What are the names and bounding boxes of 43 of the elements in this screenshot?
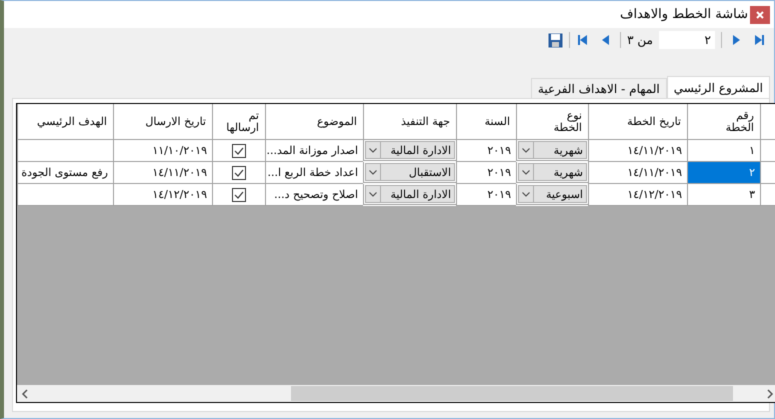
chevron-down-icon[interactable] xyxy=(518,141,533,159)
checkbox[interactable] xyxy=(232,188,246,202)
table-cell: اصدار موزانة المد... xyxy=(265,140,363,162)
dropdown-cell[interactable]: الاستقبال xyxy=(380,163,455,181)
play-icon xyxy=(730,34,742,46)
table-cell: اصلاح وتصحيح د... xyxy=(265,184,363,206)
chevron-down-icon[interactable] xyxy=(365,163,380,181)
table-cell: رفع مستوى الجودة xyxy=(17,162,113,184)
chevron-left-icon[interactable] xyxy=(21,388,29,398)
dropdown-cell[interactable]: الادارة المالية xyxy=(380,141,455,159)
table-cell: ١٤/١١/٢٠١٩ xyxy=(588,140,687,162)
table-cell: ١٤/١٢/٢٠١٩ xyxy=(113,184,212,206)
close-icon[interactable] xyxy=(756,10,764,18)
dropdown-cell[interactable]: الادارة المالية xyxy=(380,185,455,203)
chevron-down-icon[interactable] xyxy=(365,185,380,203)
page-field[interactable]: ٢ xyxy=(659,31,715,49)
table-cell: ٢٠١٩ xyxy=(456,140,516,162)
window-title: شاشة الخطط والاهداف xyxy=(620,7,748,22)
table-cell: ٣ xyxy=(687,184,760,206)
table-cell: ٢٠١٩ xyxy=(456,162,516,184)
skip-end-icon xyxy=(752,34,764,46)
chevron-down-icon[interactable] xyxy=(518,163,533,181)
tab[interactable]: المهام - الاهداف الفرعية xyxy=(530,78,667,98)
chevron-down-icon[interactable] xyxy=(365,141,380,159)
dropdown-cell[interactable]: اسبوعية xyxy=(533,185,587,203)
table-cell: ١٤/١٢/٢٠١٩ xyxy=(588,184,687,206)
table-cell: ١١/١٠/٢٠١٩ xyxy=(113,140,212,162)
chevron-right-icon[interactable] xyxy=(766,388,774,398)
checkbox[interactable] xyxy=(232,166,246,180)
table-cell: اعداد خطة الربع ا... xyxy=(265,162,363,184)
checkbox[interactable] xyxy=(232,144,246,158)
close-button[interactable] xyxy=(750,6,770,24)
chevron-down-icon[interactable] xyxy=(518,185,533,203)
dropdown-cell[interactable]: شهرية xyxy=(533,163,587,181)
save-button[interactable] xyxy=(547,32,564,48)
table-cell: ٢٠١٩ xyxy=(456,184,516,206)
dropdown-cell[interactable]: شهرية xyxy=(533,141,587,159)
table-cell: ١ xyxy=(687,140,760,162)
table-cell: ١٤/١١/٢٠١٩ xyxy=(113,162,212,184)
tab[interactable]: المشروع الرئيسي xyxy=(666,76,770,98)
table-cell: ١٤/١١/٢٠١٩ xyxy=(588,162,687,184)
page-total: من ٣ xyxy=(627,33,653,47)
table-cell: ٢ xyxy=(687,162,760,184)
